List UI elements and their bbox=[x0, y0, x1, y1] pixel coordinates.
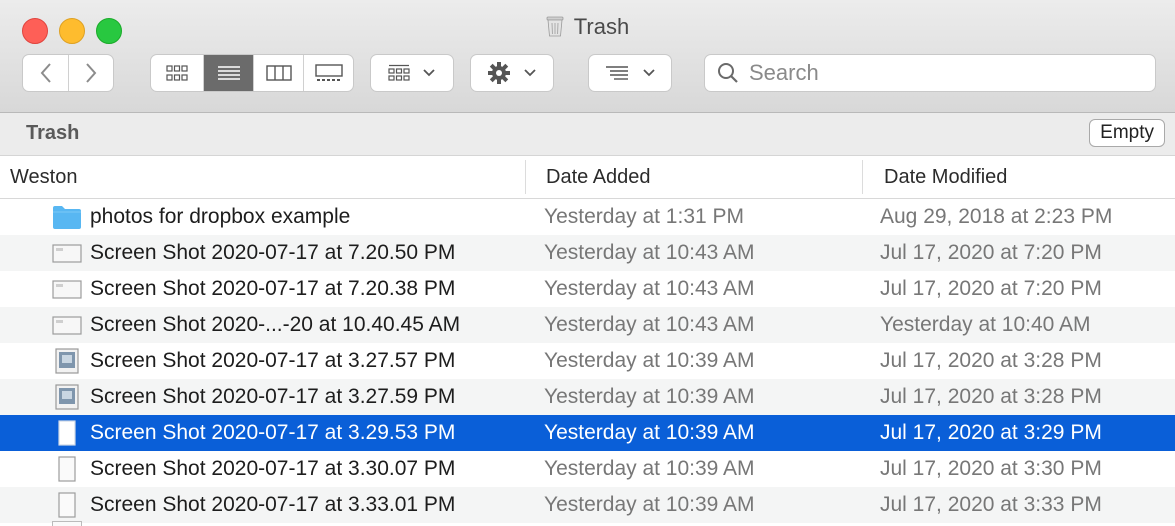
column-header-date-modified[interactable]: Date Modified bbox=[884, 156, 1007, 198]
file-date-added: Yesterday at 1:31 PM bbox=[544, 205, 745, 228]
icon-view-button[interactable] bbox=[151, 55, 203, 91]
file-row[interactable]: Screen Shot 2020-...-20 at 10.40.45 AM Y… bbox=[0, 307, 1175, 343]
gallery-icon bbox=[314, 64, 343, 81]
file-date-added: Yesterday at 10:39 AM bbox=[544, 457, 755, 480]
file-date-modified: Jul 17, 2020 at 7:20 PM bbox=[880, 277, 1102, 300]
gear-icon bbox=[488, 62, 510, 84]
nav-buttons bbox=[22, 54, 114, 92]
file-list: photos for dropbox example Yesterday at … bbox=[0, 199, 1175, 523]
list-view-button[interactable] bbox=[203, 55, 253, 91]
trash-bar: Trash Empty bbox=[0, 113, 1175, 156]
file-row[interactable]: Screen Shot 2020-07-17 at 3.33.01 PM Yes… bbox=[0, 487, 1175, 523]
file-name: Screen Shot 2020-07-17 at 7.20.38 PM bbox=[90, 277, 456, 300]
file-date-added: Yesterday at 10:43 AM bbox=[544, 277, 755, 300]
file-name: photos for dropbox example bbox=[90, 205, 351, 228]
file-name: Screen Shot 2020-07-17 at 3.27.57 PM bbox=[90, 349, 456, 372]
file-name: Screen Shot 2020-07-17 at 3.33.01 PM bbox=[90, 493, 456, 516]
file-date-added: Yesterday at 10:43 AM bbox=[544, 313, 755, 336]
finder-window: Trash Search Trash Empty Weston Date Add… bbox=[0, 0, 1175, 526]
file-date-modified: Jul 17, 2020 at 3:28 PM bbox=[880, 349, 1102, 372]
column-view-button[interactable] bbox=[253, 55, 303, 91]
file-row[interactable]: Screen Shot 2020-07-17 at 7.20.50 PM Yes… bbox=[0, 235, 1175, 271]
title-bar: Trash bbox=[0, 0, 1175, 113]
arrange-button[interactable] bbox=[588, 54, 672, 92]
sort-lines-icon bbox=[606, 66, 628, 80]
file-date-added: Yesterday at 10:39 AM bbox=[544, 421, 755, 444]
file-row[interactable]: Screen Shot 2020-07-17 at 3.27.57 PM Yes… bbox=[0, 343, 1175, 379]
column-divider[interactable] bbox=[862, 160, 863, 194]
file-row[interactable]: photos for dropbox example Yesterday at … bbox=[0, 199, 1175, 235]
column-divider[interactable] bbox=[525, 160, 526, 194]
file-date-modified: Jul 17, 2020 at 3:28 PM bbox=[880, 385, 1102, 408]
file-row[interactable]: Screen Shot 2020-07-17 at 3.27.59 PM Yes… bbox=[0, 379, 1175, 415]
forward-button[interactable] bbox=[68, 55, 113, 91]
folder-icon bbox=[53, 206, 81, 229]
list-lines-icon bbox=[217, 66, 240, 80]
location-label: Trash bbox=[26, 122, 80, 144]
chevron-down-icon bbox=[643, 69, 655, 77]
screenshot-file-icon bbox=[52, 316, 82, 335]
file-date-modified: Aug 29, 2018 at 2:23 PM bbox=[880, 205, 1113, 228]
chevron-left-icon bbox=[40, 63, 51, 83]
file-date-added: Yesterday at 10:43 AM bbox=[544, 241, 755, 264]
chevron-down-icon bbox=[423, 69, 435, 77]
image-file-icon bbox=[55, 384, 79, 410]
action-menu-button[interactable] bbox=[470, 54, 554, 92]
partial-file-icon bbox=[52, 521, 82, 526]
file-row[interactable]: Screen Shot 2020-07-17 at 7.20.38 PM Yes… bbox=[0, 271, 1175, 307]
search-field[interactable] bbox=[704, 54, 1156, 92]
file-date-modified: Yesterday at 10:40 AM bbox=[880, 313, 1091, 336]
columns-icon bbox=[265, 65, 292, 81]
search-input[interactable] bbox=[747, 59, 1131, 87]
file-row-selected[interactable]: Screen Shot 2020-07-17 at 3.29.53 PM Yes… bbox=[0, 415, 1175, 451]
screenshot-file-icon bbox=[52, 244, 82, 263]
column-header-row: Weston Date Added Date Modified bbox=[0, 156, 1175, 199]
trash-icon bbox=[546, 15, 564, 43]
file-date-modified: Jul 17, 2020 at 3:29 PM bbox=[880, 421, 1102, 444]
chevron-down-icon bbox=[524, 69, 536, 77]
column-header-date-added[interactable]: Date Added bbox=[546, 156, 651, 198]
image-file-icon bbox=[55, 348, 79, 374]
file-date-modified: Jul 17, 2020 at 3:33 PM bbox=[880, 493, 1102, 516]
file-name: Screen Shot 2020-07-17 at 3.30.07 PM bbox=[90, 457, 456, 480]
document-file-icon bbox=[58, 420, 76, 446]
chevron-right-icon bbox=[86, 63, 97, 83]
document-file-icon bbox=[58, 492, 76, 518]
screenshot-file-icon bbox=[52, 280, 82, 299]
window-title: Trash bbox=[0, 14, 1175, 43]
view-switcher bbox=[150, 54, 354, 92]
file-row[interactable]: Screen Shot 2020-07-17 at 3.30.07 PM Yes… bbox=[0, 451, 1175, 487]
column-header-name[interactable]: Weston bbox=[10, 156, 77, 198]
file-date-added: Yesterday at 10:39 AM bbox=[544, 349, 755, 372]
group-grid-icon bbox=[388, 64, 410, 81]
search-icon bbox=[718, 63, 738, 83]
empty-trash-button[interactable]: Empty bbox=[1089, 119, 1165, 147]
file-name: Screen Shot 2020-07-17 at 7.20.50 PM bbox=[90, 241, 456, 264]
file-date-added: Yesterday at 10:39 AM bbox=[544, 493, 755, 516]
gallery-view-button[interactable] bbox=[303, 55, 353, 91]
file-date-added: Yesterday at 10:39 AM bbox=[544, 385, 755, 408]
file-name: Screen Shot 2020-...-20 at 10.40.45 AM bbox=[90, 313, 461, 336]
file-name: Screen Shot 2020-07-17 at 3.29.53 PM bbox=[90, 421, 456, 444]
window-title-text: Trash bbox=[573, 14, 630, 39]
file-date-modified: Jul 17, 2020 at 7:20 PM bbox=[880, 241, 1102, 264]
document-file-icon bbox=[58, 456, 76, 482]
group-by-button[interactable] bbox=[370, 54, 454, 92]
file-name: Screen Shot 2020-07-17 at 3.27.59 PM bbox=[90, 385, 456, 408]
back-button[interactable] bbox=[23, 55, 68, 91]
icon-grid-icon bbox=[166, 65, 188, 81]
file-date-modified: Jul 17, 2020 at 3:30 PM bbox=[880, 457, 1102, 480]
